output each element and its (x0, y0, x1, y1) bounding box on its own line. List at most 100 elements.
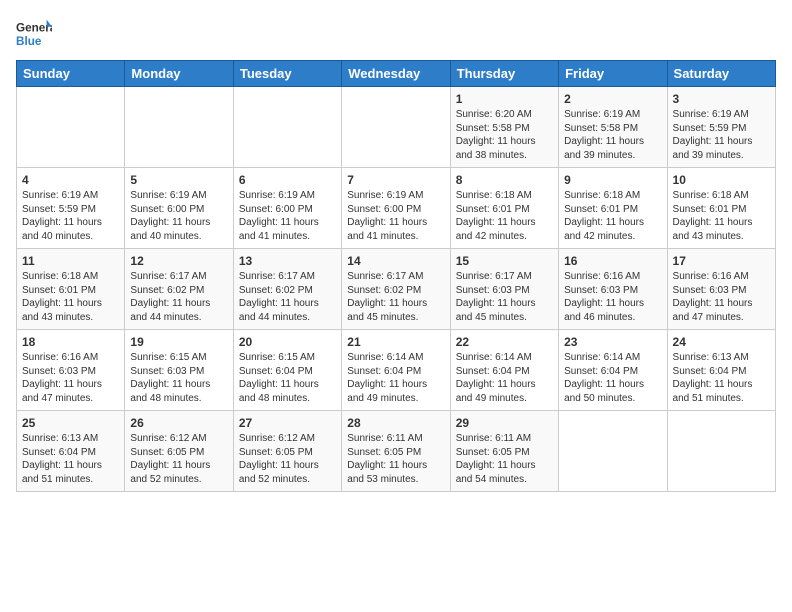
day-number: 4 (22, 173, 119, 187)
sunrise-label: Sunrise: 6:11 AM (347, 433, 422, 444)
sunset-label: Sunset: 6:02 PM (130, 285, 204, 296)
sunrise-label: Sunrise: 6:20 AM (456, 109, 532, 120)
cell-w0-d3 (342, 87, 450, 168)
daylight-label: Daylight: 11 hours and 45 minutes. (456, 298, 536, 323)
day-info: Sunrise: 6:18 AM Sunset: 6:01 PM Dayligh… (22, 270, 119, 324)
daylight-label: Daylight: 11 hours and 51 minutes. (22, 460, 102, 485)
col-sunday: Sunday (17, 61, 125, 87)
col-monday: Monday (125, 61, 233, 87)
sunset-label: Sunset: 6:03 PM (456, 285, 530, 296)
day-info: Sunrise: 6:17 AM Sunset: 6:02 PM Dayligh… (239, 270, 336, 324)
day-number: 10 (673, 173, 770, 187)
sunset-label: Sunset: 6:04 PM (456, 366, 530, 377)
day-number: 29 (456, 416, 553, 430)
day-number: 23 (564, 335, 661, 349)
sunrise-label: Sunrise: 6:18 AM (564, 190, 640, 201)
daylight-label: Daylight: 11 hours and 47 minutes. (673, 298, 753, 323)
cell-w1-d3: 7 Sunrise: 6:19 AM Sunset: 6:00 PM Dayli… (342, 168, 450, 249)
sunrise-label: Sunrise: 6:19 AM (130, 190, 206, 201)
cell-w3-d5: 23 Sunrise: 6:14 AM Sunset: 6:04 PM Dayl… (559, 330, 667, 411)
calendar-table: Sunday Monday Tuesday Wednesday Thursday… (16, 60, 776, 492)
week-row-0: 1 Sunrise: 6:20 AM Sunset: 5:58 PM Dayli… (17, 87, 776, 168)
sunset-label: Sunset: 6:05 PM (456, 447, 530, 458)
logo-icon: General Blue (16, 16, 52, 52)
sunset-label: Sunset: 6:00 PM (239, 204, 313, 215)
cell-w3-d6: 24 Sunrise: 6:13 AM Sunset: 6:04 PM Dayl… (667, 330, 775, 411)
cell-w0-d6: 3 Sunrise: 6:19 AM Sunset: 5:59 PM Dayli… (667, 87, 775, 168)
sunrise-label: Sunrise: 6:14 AM (564, 352, 640, 363)
day-info: Sunrise: 6:19 AM Sunset: 5:59 PM Dayligh… (22, 189, 119, 243)
sunset-label: Sunset: 6:01 PM (564, 204, 638, 215)
day-number: 3 (673, 92, 770, 106)
daylight-label: Daylight: 11 hours and 44 minutes. (130, 298, 210, 323)
calendar-body: 1 Sunrise: 6:20 AM Sunset: 5:58 PM Dayli… (17, 87, 776, 492)
sunset-label: Sunset: 5:59 PM (22, 204, 96, 215)
sunrise-label: Sunrise: 6:11 AM (456, 433, 531, 444)
cell-w4-d1: 26 Sunrise: 6:12 AM Sunset: 6:05 PM Dayl… (125, 411, 233, 492)
week-row-4: 25 Sunrise: 6:13 AM Sunset: 6:04 PM Dayl… (17, 411, 776, 492)
sunrise-label: Sunrise: 6:19 AM (347, 190, 423, 201)
col-saturday: Saturday (667, 61, 775, 87)
sunrise-label: Sunrise: 6:17 AM (239, 271, 315, 282)
sunset-label: Sunset: 6:03 PM (130, 366, 204, 377)
day-info: Sunrise: 6:18 AM Sunset: 6:01 PM Dayligh… (456, 189, 553, 243)
sunrise-label: Sunrise: 6:17 AM (130, 271, 206, 282)
cell-w0-d4: 1 Sunrise: 6:20 AM Sunset: 5:58 PM Dayli… (450, 87, 558, 168)
daylight-label: Daylight: 11 hours and 43 minutes. (673, 217, 753, 242)
day-info: Sunrise: 6:17 AM Sunset: 6:02 PM Dayligh… (130, 270, 227, 324)
sunrise-label: Sunrise: 6:15 AM (130, 352, 206, 363)
cell-w4-d6 (667, 411, 775, 492)
day-info: Sunrise: 6:14 AM Sunset: 6:04 PM Dayligh… (347, 351, 444, 405)
day-info: Sunrise: 6:13 AM Sunset: 6:04 PM Dayligh… (22, 432, 119, 486)
day-number: 26 (130, 416, 227, 430)
col-wednesday: Wednesday (342, 61, 450, 87)
sunrise-label: Sunrise: 6:19 AM (22, 190, 98, 201)
sunrise-label: Sunrise: 6:15 AM (239, 352, 315, 363)
week-row-2: 11 Sunrise: 6:18 AM Sunset: 6:01 PM Dayl… (17, 249, 776, 330)
sunrise-label: Sunrise: 6:18 AM (22, 271, 98, 282)
sunrise-label: Sunrise: 6:17 AM (456, 271, 532, 282)
day-number: 24 (673, 335, 770, 349)
day-number: 2 (564, 92, 661, 106)
day-info: Sunrise: 6:19 AM Sunset: 5:58 PM Dayligh… (564, 108, 661, 162)
day-info: Sunrise: 6:11 AM Sunset: 6:05 PM Dayligh… (347, 432, 444, 486)
daylight-label: Daylight: 11 hours and 45 minutes. (347, 298, 427, 323)
cell-w2-d1: 12 Sunrise: 6:17 AM Sunset: 6:02 PM Dayl… (125, 249, 233, 330)
day-info: Sunrise: 6:20 AM Sunset: 5:58 PM Dayligh… (456, 108, 553, 162)
day-info: Sunrise: 6:14 AM Sunset: 6:04 PM Dayligh… (564, 351, 661, 405)
sunset-label: Sunset: 6:00 PM (130, 204, 204, 215)
sunset-label: Sunset: 5:59 PM (673, 123, 747, 134)
cell-w1-d4: 8 Sunrise: 6:18 AM Sunset: 6:01 PM Dayli… (450, 168, 558, 249)
cell-w0-d1 (125, 87, 233, 168)
cell-w1-d0: 4 Sunrise: 6:19 AM Sunset: 5:59 PM Dayli… (17, 168, 125, 249)
sunset-label: Sunset: 6:04 PM (564, 366, 638, 377)
sunrise-label: Sunrise: 6:18 AM (456, 190, 532, 201)
day-number: 17 (673, 254, 770, 268)
day-info: Sunrise: 6:14 AM Sunset: 6:04 PM Dayligh… (456, 351, 553, 405)
day-info: Sunrise: 6:19 AM Sunset: 6:00 PM Dayligh… (239, 189, 336, 243)
day-number: 28 (347, 416, 444, 430)
day-info: Sunrise: 6:15 AM Sunset: 6:04 PM Dayligh… (239, 351, 336, 405)
cell-w3-d1: 19 Sunrise: 6:15 AM Sunset: 6:03 PM Dayl… (125, 330, 233, 411)
sunrise-label: Sunrise: 6:12 AM (130, 433, 206, 444)
sunset-label: Sunset: 6:03 PM (564, 285, 638, 296)
day-number: 27 (239, 416, 336, 430)
day-info: Sunrise: 6:16 AM Sunset: 6:03 PM Dayligh… (673, 270, 770, 324)
day-info: Sunrise: 6:13 AM Sunset: 6:04 PM Dayligh… (673, 351, 770, 405)
day-info: Sunrise: 6:19 AM Sunset: 6:00 PM Dayligh… (130, 189, 227, 243)
daylight-label: Daylight: 11 hours and 47 minutes. (22, 379, 102, 404)
sunrise-label: Sunrise: 6:13 AM (22, 433, 98, 444)
col-friday: Friday (559, 61, 667, 87)
day-info: Sunrise: 6:11 AM Sunset: 6:05 PM Dayligh… (456, 432, 553, 486)
cell-w1-d1: 5 Sunrise: 6:19 AM Sunset: 6:00 PM Dayli… (125, 168, 233, 249)
day-info: Sunrise: 6:19 AM Sunset: 5:59 PM Dayligh… (673, 108, 770, 162)
sunrise-label: Sunrise: 6:14 AM (347, 352, 423, 363)
cell-w4-d4: 29 Sunrise: 6:11 AM Sunset: 6:05 PM Dayl… (450, 411, 558, 492)
cell-w2-d4: 15 Sunrise: 6:17 AM Sunset: 6:03 PM Dayl… (450, 249, 558, 330)
day-number: 22 (456, 335, 553, 349)
sunrise-label: Sunrise: 6:16 AM (673, 271, 749, 282)
day-number: 19 (130, 335, 227, 349)
day-number: 5 (130, 173, 227, 187)
daylight-label: Daylight: 11 hours and 48 minutes. (239, 379, 319, 404)
cell-w3-d4: 22 Sunrise: 6:14 AM Sunset: 6:04 PM Dayl… (450, 330, 558, 411)
